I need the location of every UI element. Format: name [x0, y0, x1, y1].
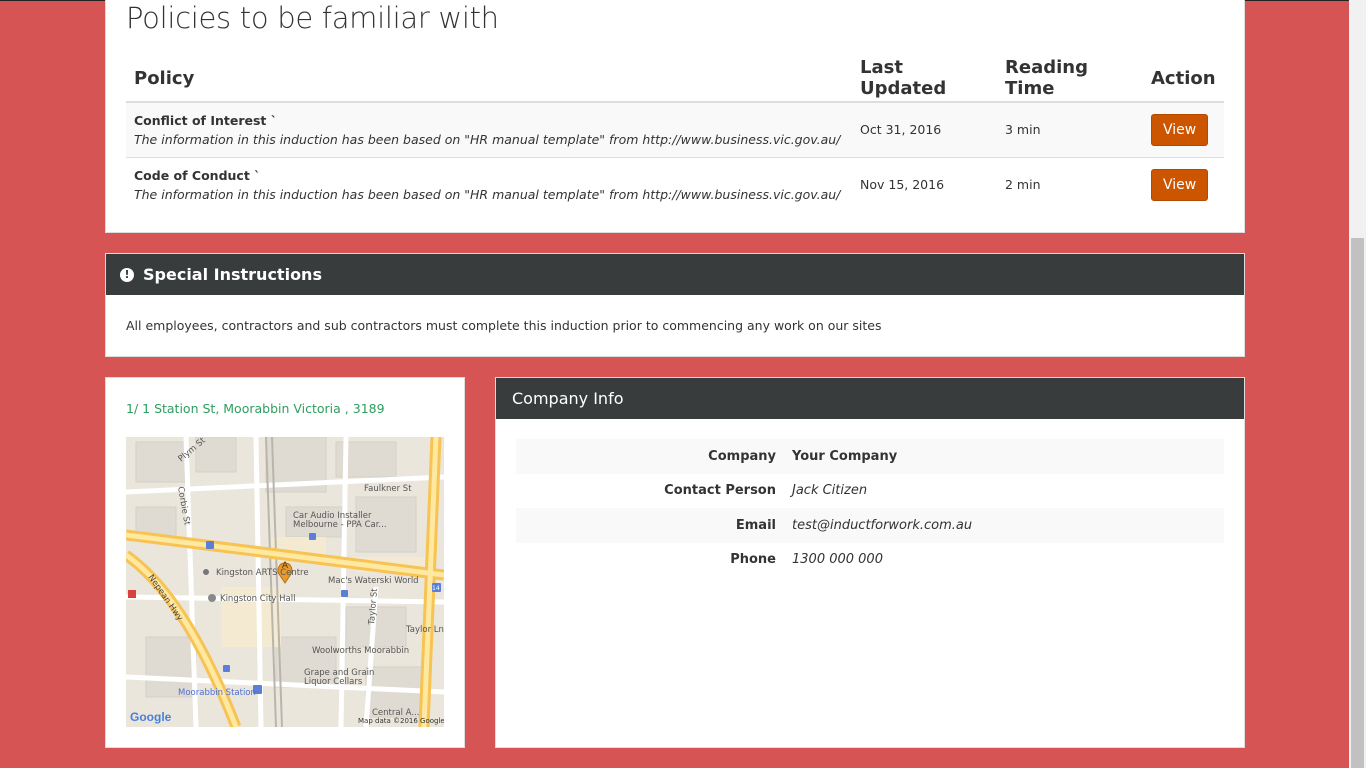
policy-name: Conflict of Interest `	[134, 112, 277, 128]
special-instructions-header: ! Special Instructions	[106, 254, 1244, 295]
phone-label: Phone	[730, 552, 776, 568]
table-row: Code of Conduct ` The information in thi…	[126, 156, 1224, 212]
email-label: Email	[516, 508, 792, 543]
column-header-reading-time: Reading Time	[997, 55, 1143, 103]
contact-person-value: Jack Citizen	[792, 483, 868, 499]
google-logo: Google	[130, 710, 172, 724]
map-label-station: Moorabbin Station	[178, 688, 256, 698]
policies-table: Policy Last Updated Reading Time Action …	[126, 55, 1224, 212]
map-data-attribution: Map data ©2016 Google	[358, 717, 444, 725]
policy-updated: Nov 15, 2016	[852, 156, 997, 212]
map-graphic: A Plym St Faulkner St Corbie St Car Audi…	[126, 437, 444, 727]
map-label-woolworths: Woolworths Moorabbin	[312, 646, 409, 656]
location-map[interactable]: A Plym St Faulkner St Corbie St Car Audi…	[126, 437, 444, 727]
exclamation-circle-icon: !	[120, 267, 134, 282]
policy-name: Code of Conduct `	[134, 167, 261, 183]
scrollbar-thumb[interactable]	[1351, 238, 1364, 768]
policy-updated: Oct 31, 2016	[852, 101, 997, 157]
special-instructions-title: Special Instructions	[143, 265, 322, 284]
email-value[interactable]: test@inductforwork.com.au	[792, 508, 1224, 543]
table-row: Company Your Company	[516, 439, 1224, 474]
column-header-action: Action	[1143, 55, 1224, 103]
company-value: Your Company	[792, 439, 1224, 474]
policy-description: The information in this induction has be…	[134, 186, 841, 202]
policy-reading-time: 2 min	[997, 156, 1143, 212]
policy-cell: Code of Conduct ` The information in thi…	[126, 156, 852, 212]
address-link[interactable]: 1/ 1 Station St, Moorabbin Victoria , 31…	[126, 401, 385, 416]
map-label-car-audio-2: Melbourne - PPA Car...	[293, 520, 387, 530]
policy-reading-time: 3 min	[997, 101, 1143, 157]
action-cell: View	[1143, 101, 1224, 157]
table-row: Conflict of Interest ` The information i…	[126, 101, 1224, 157]
column-header-policy: Policy	[126, 55, 852, 103]
map-label-liquor: Liquor Cellars	[304, 677, 363, 687]
view-button[interactable]: View	[1151, 113, 1209, 146]
policy-cell: Conflict of Interest ` The information i…	[126, 101, 852, 157]
special-instructions-text: All employees, contractors and sub contr…	[126, 318, 882, 333]
phone-value: 1300 000 000	[792, 552, 883, 568]
map-label-kingston-arts: Kingston ARTS Centre	[216, 568, 309, 578]
company-info-header: Company Info	[496, 378, 1244, 419]
action-cell: View	[1143, 156, 1224, 212]
table-row: Phone 1300 000 000	[516, 543, 1224, 578]
map-label-macs: Mac's Waterski World	[328, 576, 419, 586]
map-label-faulkner: Faulkner St	[364, 484, 412, 494]
policies-panel: Policies to be familiar with Policy Last…	[105, 0, 1245, 233]
company-label: Company	[516, 439, 792, 474]
policies-title: Policies to be familiar with	[126, 1, 499, 35]
map-label-route: 14	[432, 585, 440, 592]
location-panel: 1/ 1 Station St, Moorabbin Victoria , 31…	[105, 377, 465, 748]
map-label-kingston-hall: Kingston City Hall	[220, 594, 295, 604]
column-header-last-updated: Last Updated	[852, 55, 997, 103]
policy-description: The information in this induction has be…	[134, 131, 841, 147]
special-instructions-panel: ! Special Instructions All employees, co…	[105, 253, 1245, 357]
view-button[interactable]: View	[1151, 168, 1209, 201]
map-label-taylor-ln: Taylor Ln	[405, 625, 444, 635]
company-info-panel: Company Info Company Your Company Contac…	[495, 377, 1245, 748]
company-info-table: Company Your Company Contact Person Jack…	[516, 439, 1224, 577]
table-row: Contact Person Jack Citizen	[516, 474, 1224, 509]
table-row: Email test@inductforwork.com.au	[516, 508, 1224, 543]
contact-person-label: Contact Person	[664, 483, 776, 499]
